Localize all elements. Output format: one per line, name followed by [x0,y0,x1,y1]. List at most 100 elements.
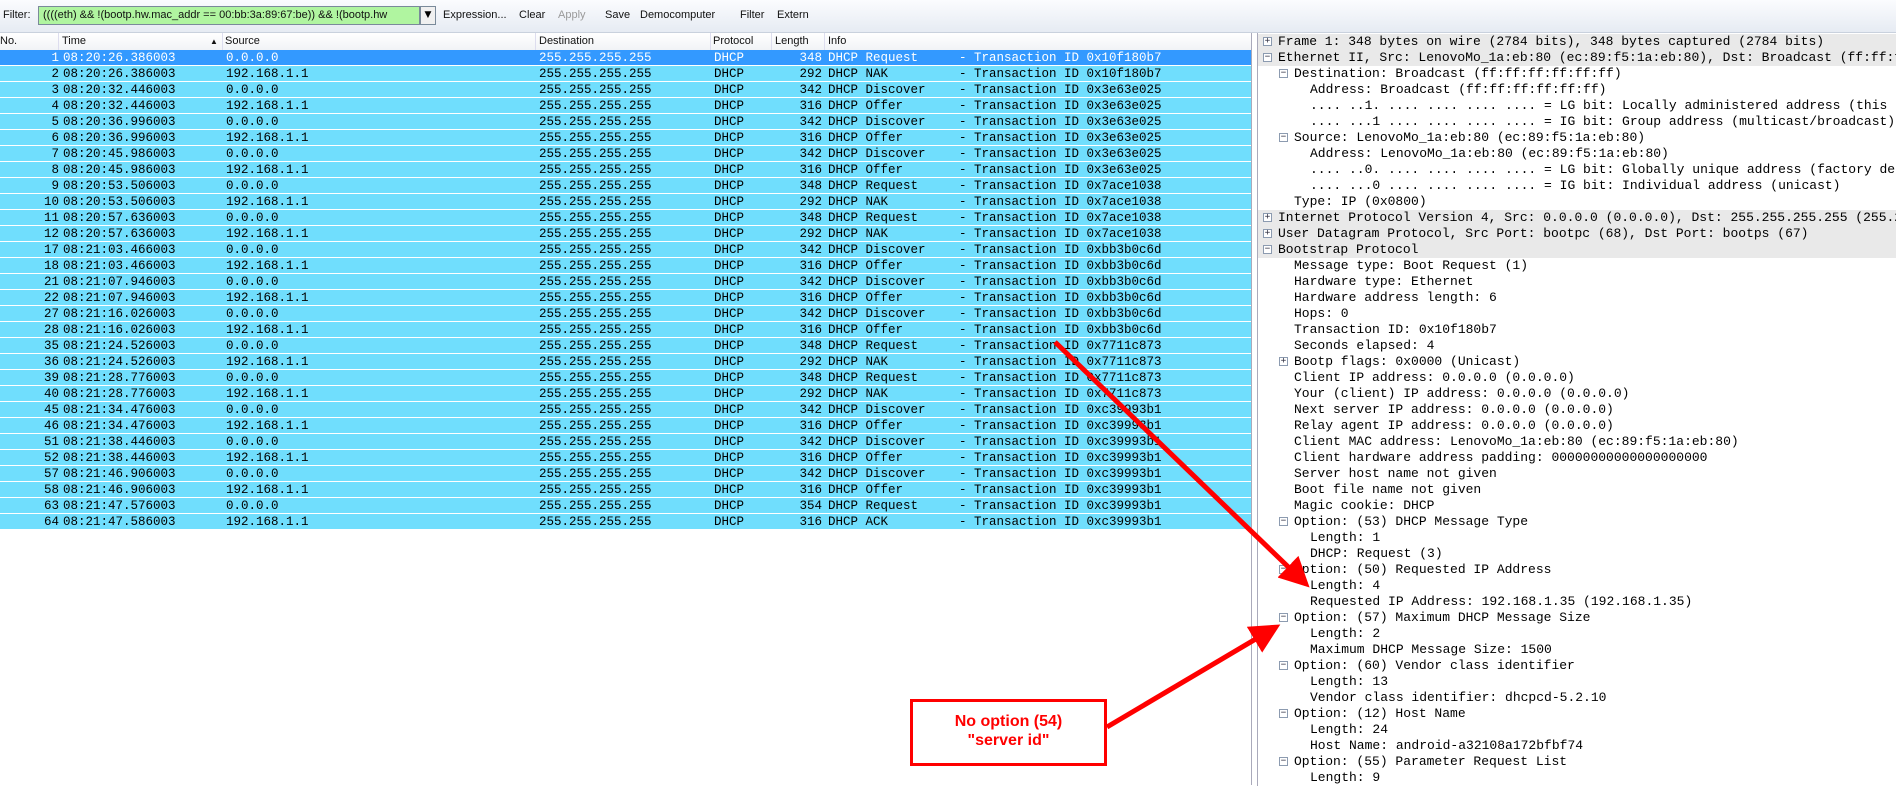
democomputer-filter-button[interactable]: Democomputer [640,9,715,21]
detail-tree-item[interactable]: Hops: 0 [1258,306,1896,322]
extern-button[interactable]: Extern [777,9,809,21]
packet-row[interactable]: 1 08:20:26.386003 0.0.0.0 255.255.255.255 DH… [0,50,1251,66]
expand-icon[interactable]: + [1279,357,1288,366]
expand-icon[interactable]: + [1263,229,1272,238]
packet-row[interactable]: 9 08:20:53.506003 0.0.0.0 255.255.255.255 DH… [0,178,1251,194]
detail-tree-item[interactable]: Your (client) IP address: 0.0.0.0 (0.0.0… [1258,386,1896,402]
detail-tree-item[interactable]: Client MAC address: LenovoMo_1a:eb:80 (e… [1258,434,1896,450]
packet-row[interactable]: 8 08:20:45.986003 192.168.1.1 255.255.255.2… [0,162,1251,178]
packet-row[interactable]: 6 08:20:36.996003 192.168.1.1 255.255.255.2… [0,130,1251,146]
detail-tree-item[interactable]: Server host name not given [1258,466,1896,482]
column-header-length[interactable]: Length [775,35,809,47]
collapse-icon[interactable]: − [1279,709,1288,718]
detail-tree-item[interactable]: Length: 9 [1258,770,1896,786]
detail-tree-item[interactable]: Requested IP Address: 192.168.1.35 (192.… [1258,594,1896,610]
detail-tree-item[interactable]: Maximum DHCP Message Size: 1500 [1258,642,1896,658]
filter-history-dropdown[interactable]: ▼ [420,6,436,25]
detail-tree-item[interactable]: Boot file name not given [1258,482,1896,498]
packet-row[interactable]: 4 08:20:32.446003 192.168.1.1 255.255.255.2… [0,98,1251,114]
collapse-icon[interactable]: − [1279,613,1288,622]
packet-row[interactable]: 58 08:21:46.906003 192.168.1.1 255.255.255.… [0,482,1251,498]
detail-tree-item[interactable]: .... ..1. .... .... .... .... = LG bit: … [1258,98,1896,114]
detail-tree-item[interactable]: .... ..0. .... .... .... .... = LG bit: … [1258,162,1896,178]
apply-button[interactable]: Apply [558,9,586,21]
detail-tree-item[interactable]: Length: 13 [1258,674,1896,690]
column-header-protocol[interactable]: Protocol [713,35,753,47]
detail-tree-item[interactable]: − Option: (60) Vendor class identifier [1258,658,1896,674]
packet-row[interactable]: 35 08:21:24.526003 0.0.0.0 255.255.255.255 D… [0,338,1251,354]
detail-tree-item[interactable]: Client IP address: 0.0.0.0 (0.0.0.0) [1258,370,1896,386]
packet-row[interactable]: 3 08:20:32.446003 0.0.0.0 255.255.255.255 DH… [0,82,1251,98]
collapse-icon[interactable]: − [1279,133,1288,142]
detail-tree-item[interactable]: Client hardware address padding: 0000000… [1258,450,1896,466]
packet-row[interactable]: 64 08:21:47.586003 192.168.1.1 255.255.255.… [0,514,1251,530]
packet-row[interactable]: 18 08:21:03.466003 192.168.1.1 255.255.255.… [0,258,1251,274]
packet-row[interactable]: 17 08:21:03.466003 0.0.0.0 255.255.255.255 D… [0,242,1251,258]
detail-tree-item[interactable]: Type: IP (0x0800) [1258,194,1896,210]
packet-row[interactable]: 11 08:20:57.636003 0.0.0.0 255.255.255.255 D… [0,210,1251,226]
packet-row[interactable]: 10 08:20:53.506003 192.168.1.1 255.255.255.… [0,194,1251,210]
detail-tree-item[interactable]: Hardware type: Ethernet [1258,274,1896,290]
detail-tree-item[interactable]: Vendor class identifier: dhcpcd-5.2.10 [1258,690,1896,706]
packet-row[interactable]: 12 08:20:57.636003 192.168.1.1 255.255.255.… [0,226,1251,242]
detail-tree-item[interactable]: Hardware address length: 6 [1258,290,1896,306]
detail-tree-item[interactable]: Length: 2 [1258,626,1896,642]
detail-tree-item[interactable]: − Option: (57) Maximum DHCP Message Size [1258,610,1896,626]
column-header-no[interactable]: No. [0,35,17,47]
expand-icon[interactable]: + [1263,213,1272,222]
detail-tree-item[interactable]: − Option: (12) Host Name [1258,706,1896,722]
clear-button[interactable]: Clear [519,9,545,21]
collapse-icon[interactable]: − [1279,661,1288,670]
packet-row[interactable]: 46 08:21:34.476003 192.168.1.1 255.255.255.… [0,418,1251,434]
expand-icon[interactable]: + [1263,37,1272,46]
detail-tree-item[interactable]: Host Name: android-a32108a172bfbf74 [1258,738,1896,754]
packet-row[interactable]: 27 08:21:16.026003 0.0.0.0 255.255.255.255 D… [0,306,1251,322]
packet-row[interactable]: 45 08:21:34.476003 0.0.0.0 255.255.255.255 D… [0,402,1251,418]
detail-tree-item[interactable]: Relay agent IP address: 0.0.0.0 (0.0.0.0… [1258,418,1896,434]
packet-row[interactable]: 52 08:21:38.446003 192.168.1.1 255.255.255.… [0,450,1251,466]
packet-row[interactable]: 22 08:21:07.946003 192.168.1.1 255.255.255.… [0,290,1251,306]
packet-row[interactable]: 57 08:21:46.906003 0.0.0.0 255.255.255.255 D… [0,466,1251,482]
detail-tree-item[interactable]: Length: 4 [1258,578,1896,594]
detail-tree-item[interactable]: Seconds elapsed: 4 [1258,338,1896,354]
detail-tree-item[interactable]: + Frame 1: 348 bytes on wire (2784 bits),… [1258,34,1896,50]
detail-tree-item[interactable]: DHCP: Request (3) [1258,546,1896,562]
detail-tree-item[interactable]: − Ethernet II, Src: LenovoMo_1a:eb:80 (ec… [1258,50,1896,66]
packet-row[interactable]: 51 08:21:38.446003 0.0.0.0 255.255.255.255 D… [0,434,1251,450]
column-header-source[interactable]: Source [225,35,260,47]
detail-tree-item[interactable]: Address: Broadcast (ff:ff:ff:ff:ff:ff) [1258,82,1896,98]
detail-tree-item[interactable]: − Option: (50) Requested IP Address [1258,562,1896,578]
detail-tree-item[interactable]: Length: 1 [1258,530,1896,546]
detail-tree-item[interactable]: Next server IP address: 0.0.0.0 (0.0.0.0… [1258,402,1896,418]
detail-tree-item[interactable]: + Internet Protocol Version 4, Src: 0.0.0… [1258,210,1896,226]
detail-tree-item[interactable]: − Bootstrap Protocol [1258,242,1896,258]
packet-row[interactable]: 21 08:21:07.946003 0.0.0.0 255.255.255.255 D… [0,274,1251,290]
column-header-info[interactable]: Info [828,35,846,47]
detail-tree-item[interactable]: .... ...0 .... .... .... .... = IG bit: … [1258,178,1896,194]
packet-row[interactable]: 28 08:21:16.026003 192.168.1.1 255.255.255.… [0,322,1251,338]
packet-row[interactable]: 63 08:21:47.576003 0.0.0.0 255.255.255.255 D… [0,498,1251,514]
collapse-icon[interactable]: − [1279,517,1288,526]
detail-tree-item[interactable]: − Source: LenovoMo_1a:eb:80 (ec:89:f5:1a:… [1258,130,1896,146]
collapse-icon[interactable]: − [1263,53,1272,62]
packet-row[interactable]: 5 08:20:36.996003 0.0.0.0 255.255.255.255 DH… [0,114,1251,130]
detail-tree-item[interactable]: Message type: Boot Request (1) [1258,258,1896,274]
detail-tree-item[interactable]: − Destination: Broadcast (ff:ff:ff:ff:ff:… [1258,66,1896,82]
expression-button[interactable]: Expression... [443,9,507,21]
detail-tree-item[interactable]: Length: 24 [1258,722,1896,738]
display-filter-input[interactable]: ((((eth) && !(bootp.hw.mac_addr == 00:bb… [38,6,420,25]
detail-tree-item[interactable]: − Option: (55) Parameter Request List [1258,754,1896,770]
detail-tree-item[interactable]: Transaction ID: 0x10f180b7 [1258,322,1896,338]
packet-row[interactable]: 2 08:20:26.386003 192.168.1.1 255.255.255.2… [0,66,1251,82]
collapse-icon[interactable]: − [1279,69,1288,78]
packet-row[interactable]: 36 08:21:24.526003 192.168.1.1 255.255.255.… [0,354,1251,370]
packet-row[interactable]: 7 08:20:45.986003 0.0.0.0 255.255.255.255 DH… [0,146,1251,162]
filter-button[interactable]: Filter [740,9,764,21]
detail-tree-item[interactable]: Magic cookie: DHCP [1258,498,1896,514]
column-header-destination[interactable]: Destination [539,35,594,47]
detail-tree-item[interactable]: + User Datagram Protocol, Src Port: bootp… [1258,226,1896,242]
packet-row[interactable]: 39 08:21:28.776003 0.0.0.0 255.255.255.255 D… [0,370,1251,386]
save-button[interactable]: Save [605,9,630,21]
collapse-icon[interactable]: − [1279,757,1288,766]
detail-tree-item[interactable]: − Option: (53) DHCP Message Type [1258,514,1896,530]
